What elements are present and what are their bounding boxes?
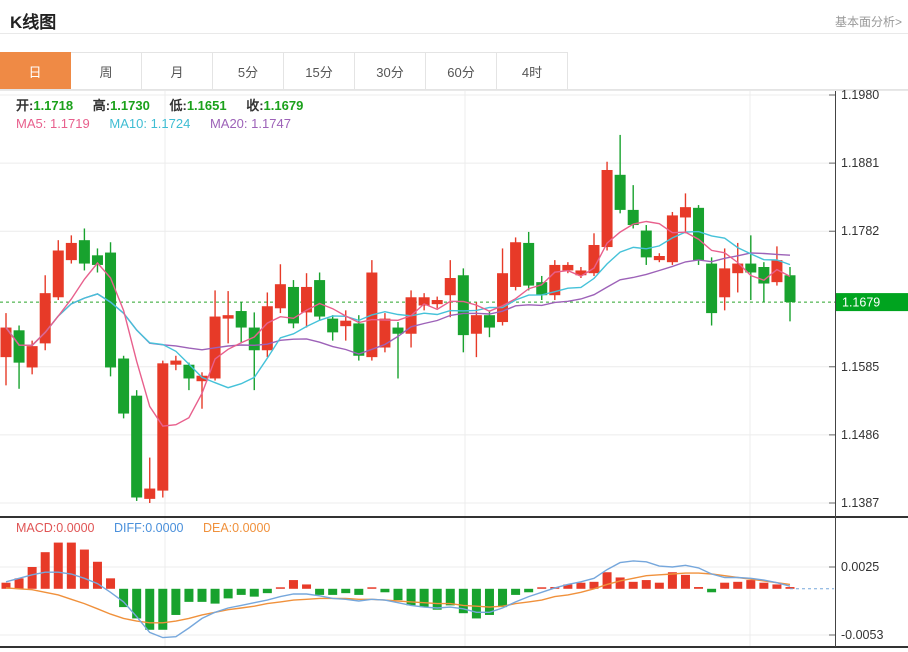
svg-text:1.1782: 1.1782 [841,224,879,238]
macd-value: 0.0000 [56,521,94,535]
header-divider [0,33,908,34]
svg-text:1.1679: 1.1679 [842,296,880,310]
ma20-label: MA20: [210,116,248,131]
dea-label: DEA: [203,521,232,535]
diff-value: 0.0000 [145,521,183,535]
close-label: 收: [246,98,263,113]
tab-5min[interactable]: 5分 [213,52,284,89]
tab-day[interactable]: 日 [0,52,71,89]
tab-30min[interactable]: 30分 [355,52,426,89]
diff-label: DIFF: [114,521,145,535]
tab-week[interactable]: 周 [71,52,142,89]
price-axis-labels: 1.1980 1.1881 1.1782 1.1585 1.1486 1.1387 0.00… [829,90,883,642]
ma10-value: 1.1724 [151,116,191,131]
svg-text:1.1486: 1.1486 [841,428,879,442]
timeframe-tabs: 日 周 月 5分 15分 30分 60分 4时 [0,52,908,90]
page-title: K线图 [10,8,56,33]
ma10-label: MA10: [109,116,147,131]
high-value: 1.1730 [110,98,150,113]
high-label: 高: [93,98,110,113]
macd-label: MACD: [16,521,56,535]
svg-text:1.1585: 1.1585 [841,360,879,374]
low-label: 低: [169,98,186,113]
chart-area: 1.1980 1.1881 1.1782 1.1585 1.1486 1.1387 0.00… [0,90,908,652]
kline-chart-canvas[interactable]: 1.1980 1.1881 1.1782 1.1585 1.1486 1.1387 0.00… [0,90,908,652]
dea-value: 0.0000 [232,521,270,535]
current-price-tag: 1.1679 [836,293,908,311]
svg-text:-0.0053: -0.0053 [841,628,883,642]
ma5-value: 1.1719 [50,116,90,131]
kline-page: K线图 基本面分析> 日 周 月 5分 15分 30分 60分 4时 1.198… [0,0,908,652]
candles-layer [1,135,796,503]
tab-60min[interactable]: 60分 [426,52,497,89]
svg-text:1.1881: 1.1881 [841,156,879,170]
ohlc-legend: 开:1.1718 高:1.1730 低:1.1651 收:1.1679 [16,95,319,114]
open-value: 1.1718 [33,98,73,113]
ma20-value: 1.1747 [251,116,291,131]
macd-legend: MACD:0.0000 DIFF:0.0000 DEA:0.0000 [16,521,286,535]
fundamental-analysis-link[interactable]: 基本面分析> [835,13,902,30]
tab-4hour[interactable]: 4时 [497,52,568,89]
tab-15min[interactable]: 15分 [284,52,355,89]
tab-month[interactable]: 月 [142,52,213,89]
svg-text:0.0025: 0.0025 [841,560,879,574]
ma-legend: MA5: 1.1719 MA10: 1.1724 MA20: 1.1747 [16,116,307,131]
open-label: 开: [16,98,33,113]
svg-text:1.1980: 1.1980 [841,90,879,102]
axis-layer [0,90,908,647]
svg-text:1.1387: 1.1387 [841,496,879,510]
close-value: 1.1679 [264,98,304,113]
low-value: 1.1651 [187,98,227,113]
ma5-label: MA5: [16,116,46,131]
